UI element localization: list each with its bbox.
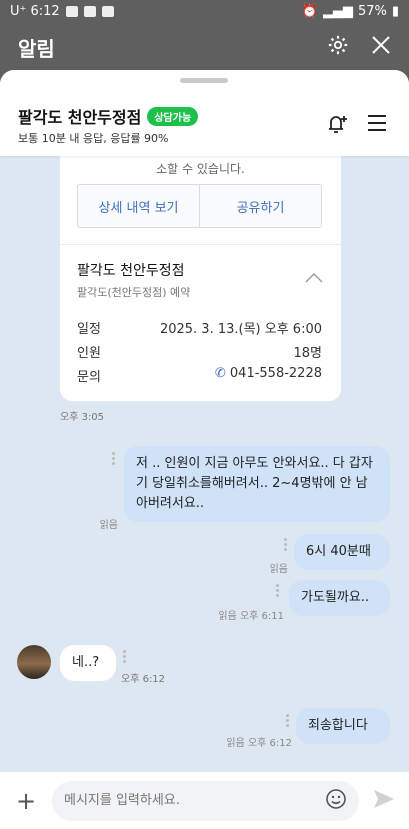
avatar[interactable]	[17, 645, 51, 679]
message-bubble[interactable]: 네..?	[60, 645, 116, 681]
battery-icon: ▮	[391, 3, 399, 19]
response-info: 보통 10분 내 응답, 응답률 90%	[18, 132, 169, 145]
divider	[60, 244, 341, 245]
send-icon[interactable]	[371, 789, 397, 813]
reservation-date-row: 일정 2025. 3. 13.(목) 오후 6:00	[77, 318, 322, 337]
reservation-title: 팔각도 천안두정점	[77, 263, 185, 279]
read-status: 읽음 오후 6:11	[218, 611, 284, 622]
share-button[interactable]: 공유하기	[200, 185, 321, 227]
chat-sheet: 팔각도 천안두정점 상담가능 보통 10분 내 응답, 응답률 90% 소할 수…	[0, 70, 409, 829]
reservation-subtitle: 팔각도(천안두정점) 예약	[77, 286, 191, 299]
detail-button[interactable]: 상세 내역 보기	[78, 185, 200, 227]
settings-gear-icon[interactable]	[327, 34, 349, 60]
row-label: 일정	[77, 322, 101, 337]
alarm-add-icon[interactable]	[325, 112, 349, 138]
message-input-box	[52, 780, 359, 821]
message-time: 오후 6:12	[121, 674, 166, 685]
message-time: 오후 3:05	[60, 412, 105, 423]
battery-level: 57%	[357, 3, 387, 19]
more-icon[interactable]	[112, 452, 115, 465]
message-bubble[interactable]: 죄송합니다	[296, 708, 390, 744]
notification-icon	[83, 5, 96, 17]
more-icon[interactable]	[286, 714, 289, 727]
close-icon[interactable]	[371, 35, 391, 59]
message-input[interactable]	[64, 793, 284, 808]
row-value: 18명	[293, 346, 322, 361]
row-value: 2025. 3. 13.(목) 오후 6:00	[159, 322, 322, 337]
card-cut-text: 소할 수 있습니다.	[156, 162, 245, 176]
phone-icon: ✆	[214, 366, 230, 381]
chevron-up-icon[interactable]	[305, 268, 323, 287]
chat-header: 팔각도 천안두정점 상담가능 보통 10분 내 응답, 응답률 90%	[0, 70, 409, 156]
alarm-icon: ⏰	[301, 3, 318, 19]
contact-phone[interactable]: ✆ 041-558-2228	[215, 366, 322, 385]
page-title: 알림	[18, 36, 55, 61]
reservation-people-row: 인원 18명	[77, 342, 322, 361]
read-status: 읽음	[269, 564, 288, 575]
notification-icon	[65, 5, 78, 17]
notification-icon	[101, 5, 114, 17]
chat-partner-name: 팔각도 천안두정점	[18, 108, 142, 127]
menu-icon[interactable]	[367, 114, 387, 136]
more-icon[interactable]	[276, 584, 279, 597]
status-badge: 상담가능	[147, 106, 199, 126]
message-bubble[interactable]: 저 .. 인원이 지금 아무도 안와서요.. 다 갑자기 당일취소를해버려서..…	[124, 446, 390, 522]
status-carrier-time: U⁺ 6:12	[10, 3, 60, 19]
read-status: 읽음 오후 6:12	[226, 738, 292, 749]
app-bar: 알림	[0, 22, 409, 72]
signal-icon: ▂▄▆	[322, 3, 353, 19]
attach-plus-icon[interactable]: +	[12, 787, 40, 815]
drag-handle[interactable]	[180, 78, 228, 83]
status-bar: U⁺ 6:12 ⏰ ▂▄▆ 57% ▮	[0, 0, 409, 22]
message-bubble[interactable]: 6시 40분때	[294, 534, 390, 570]
reservation-contact-row: 문의 ✆ 041-558-2228	[77, 366, 322, 385]
emoji-icon[interactable]	[325, 788, 347, 814]
row-label: 인원	[77, 346, 101, 361]
more-icon[interactable]	[284, 538, 287, 551]
read-status: 읽음	[99, 520, 118, 531]
reservation-card: 소할 수 있습니다. 상세 내역 보기 공유하기 팔각도 천안두정점 팔각도(천…	[60, 156, 341, 401]
phone-number: 041-558-2228	[229, 366, 322, 381]
message-bubble[interactable]: 가도될까요..	[289, 580, 390, 616]
row-label: 문의	[77, 370, 101, 385]
more-icon[interactable]	[123, 650, 126, 663]
message-input-bar: +	[0, 772, 409, 829]
